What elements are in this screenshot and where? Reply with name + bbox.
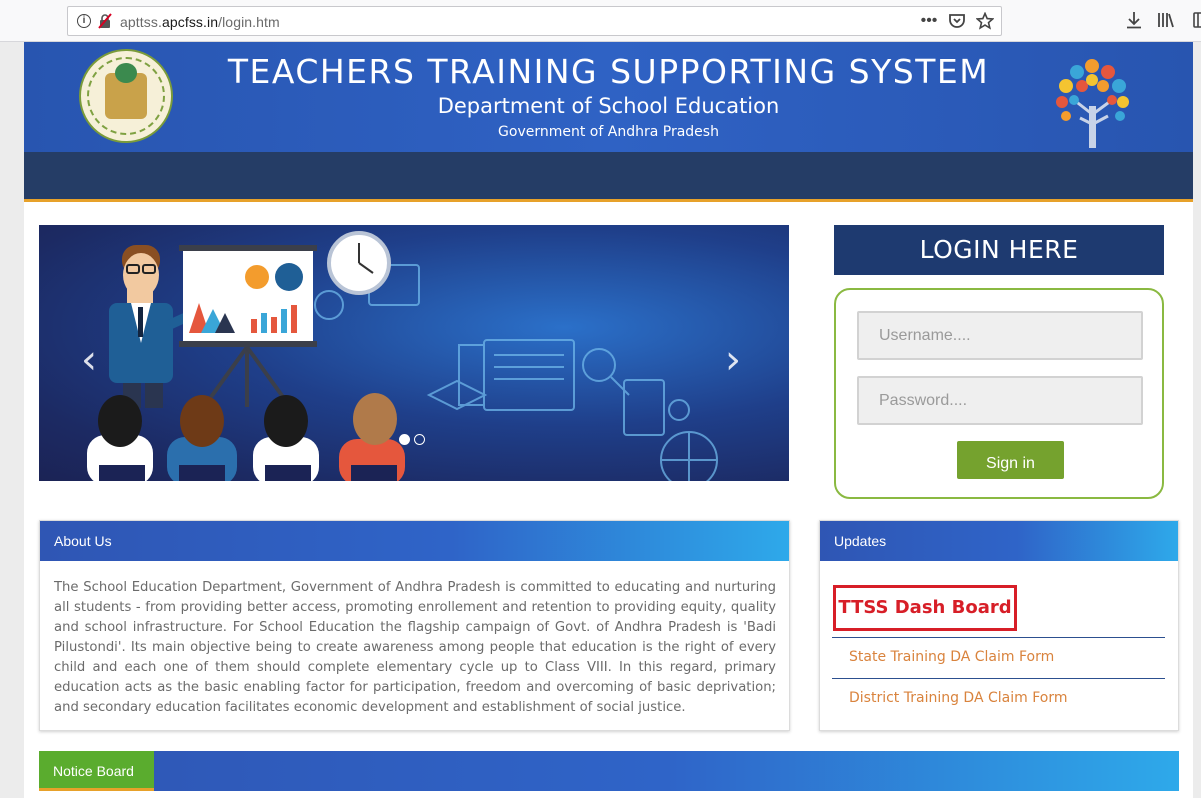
login-form: Sign in	[834, 288, 1164, 499]
url-text[interactable]: apttss.apcfss.in/login.htm	[120, 14, 280, 30]
department-name: Department of School Education	[437, 94, 780, 118]
carousel-dot-2[interactable]	[414, 434, 425, 445]
username-input[interactable]	[857, 311, 1143, 360]
updates-panel: Updates TTSS Dash Board State Training D…	[819, 520, 1179, 731]
updates-heading: Updates	[820, 521, 1178, 561]
bookmark-star-icon[interactable]	[975, 11, 995, 31]
library-icon[interactable]	[1156, 10, 1176, 30]
notice-board-header: Notice Board	[39, 751, 1179, 791]
about-us-text: The School Education Department, Governm…	[54, 580, 776, 715]
download-icon[interactable]	[1124, 10, 1144, 30]
divider	[832, 637, 1165, 638]
insecure-lock-icon[interactable]	[98, 13, 112, 29]
password-input[interactable]	[857, 376, 1143, 425]
browser-toolbar: i apttss.apcfss.in/login.htm •••	[0, 0, 1201, 42]
info-icon[interactable]: i	[77, 14, 91, 28]
navigation-bar	[24, 152, 1193, 202]
about-us-panel: About Us The School Education Department…	[39, 520, 790, 731]
site-title: TEACHERS TRAINING SUPPORTING SYSTEM	[227, 52, 990, 91]
url-domain: apcfss.in	[161, 14, 219, 30]
url-prefix: apttss.	[120, 14, 162, 30]
address-bar[interactable]: i apttss.apcfss.in/login.htm •••	[67, 6, 1002, 36]
url-path: /login.htm	[218, 14, 280, 30]
sidebar-icon[interactable]	[1188, 10, 1201, 30]
more-icon[interactable]: •••	[919, 11, 939, 31]
about-us-heading: About Us	[40, 521, 789, 561]
site-header: TEACHERS TRAINING SUPPORTING SYSTEM Depa…	[24, 42, 1193, 152]
state-training-da-claim-link[interactable]: State Training DA Claim Form	[849, 649, 1054, 665]
page-container: TEACHERS TRAINING SUPPORTING SYSTEM Depa…	[24, 42, 1193, 798]
notice-board-tab[interactable]: Notice Board	[39, 751, 154, 791]
carousel-dot-1[interactable]	[399, 434, 410, 445]
divider	[832, 678, 1165, 679]
carousel-next-icon[interactable]: ›	[725, 337, 741, 383]
sign-in-button[interactable]: Sign in	[957, 441, 1064, 479]
login-heading: LOGIN HERE	[834, 225, 1164, 275]
government-name: Government of Andhra Pradesh	[498, 124, 719, 140]
ttss-dashboard-link[interactable]: TTSS Dash Board	[833, 585, 1017, 631]
image-carousel: ‹ ›	[39, 225, 789, 481]
education-tree-icon	[1056, 59, 1129, 148]
pocket-icon[interactable]	[947, 11, 967, 31]
carousel-prev-icon[interactable]: ‹	[81, 337, 97, 383]
district-training-da-claim-link[interactable]: District Training DA Claim Form	[849, 690, 1067, 706]
